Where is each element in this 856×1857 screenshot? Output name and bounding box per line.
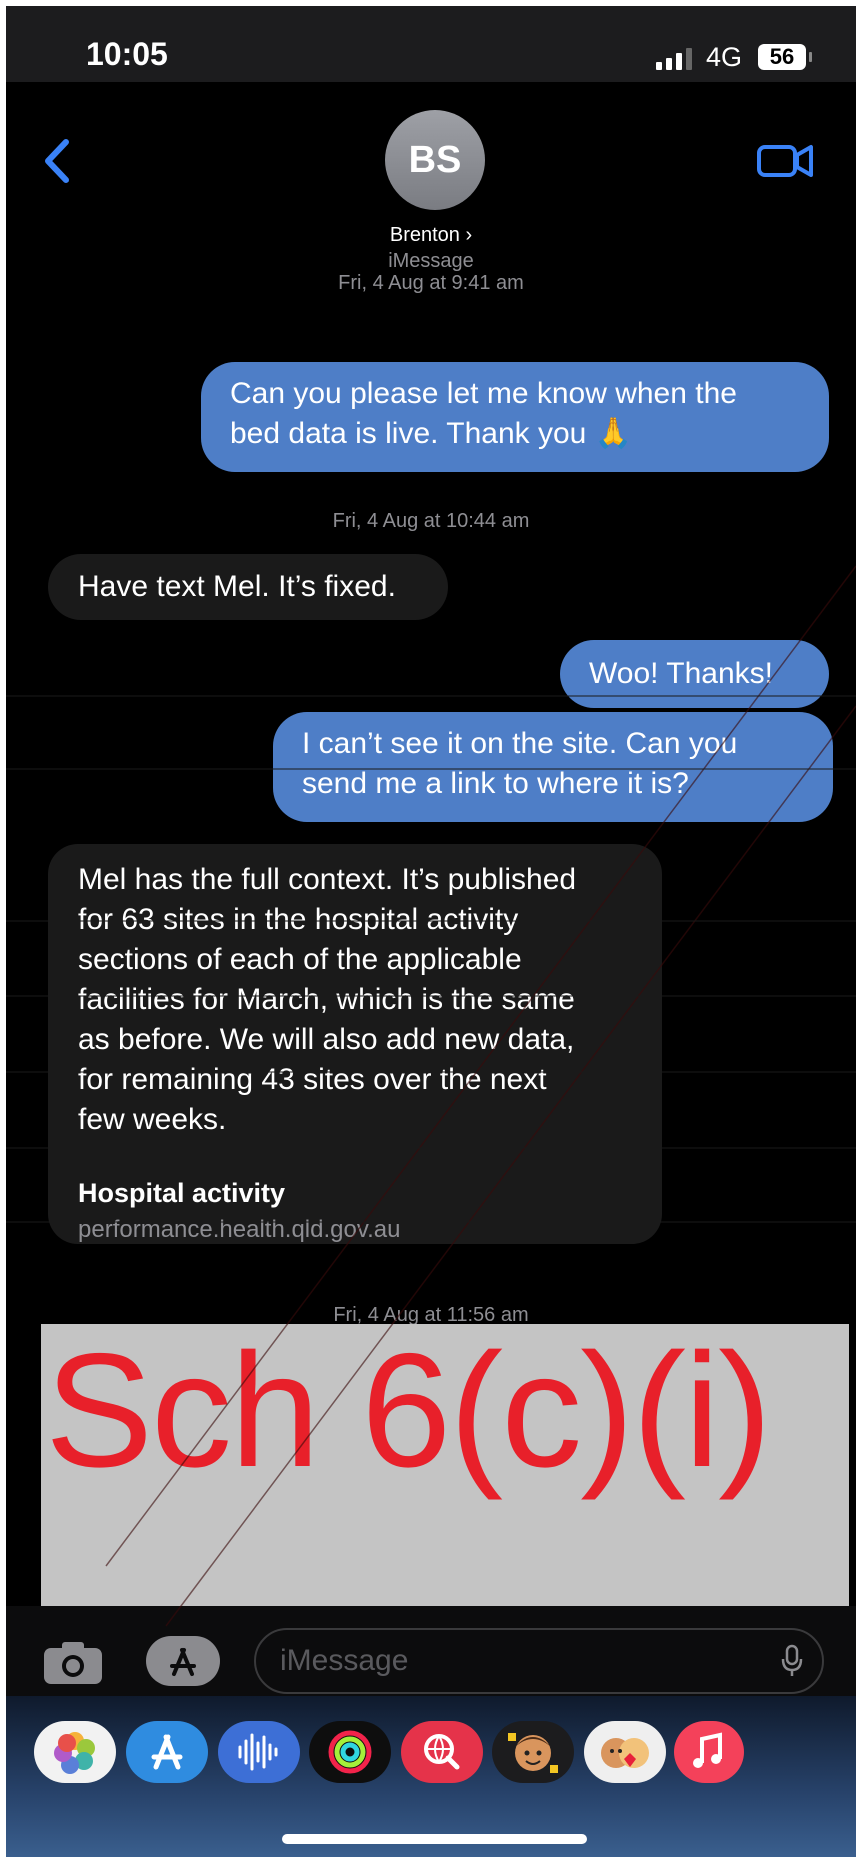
- memoji-face-icon: [508, 1733, 558, 1773]
- message-line: for 63 sites in the hospital activity: [78, 903, 519, 936]
- battery-icon: 56: [758, 44, 806, 70]
- video-call-icon[interactable]: [756, 141, 814, 181]
- globe-search-icon: [424, 1734, 460, 1770]
- memoji-group-icon: [601, 1738, 649, 1768]
- redaction-label: Sch 6(c)(i): [45, 1324, 772, 1501]
- camera-icon[interactable]: [42, 1638, 104, 1686]
- service-label: iMessage: [388, 250, 474, 272]
- app-store-icon[interactable]: [126, 1721, 208, 1783]
- signal-icon: [656, 48, 692, 70]
- message-line: few weeks.: [78, 1103, 227, 1136]
- message-line: sections of each of the applicable: [78, 943, 522, 976]
- message-line: Mel has the full context. It’s published: [78, 863, 577, 896]
- outgoing-message[interactable]: Can you please let me know when the bed …: [201, 362, 829, 472]
- battery-tip: [809, 52, 812, 62]
- image-search-icon[interactable]: [401, 1721, 483, 1783]
- timestamp: Fri, 4 Aug at 10:44 am: [332, 510, 530, 532]
- back-chevron-icon[interactable]: [38, 136, 78, 186]
- message-line: bed data is live. Thank you 🙏: [230, 417, 633, 450]
- memoji-icon[interactable]: [584, 1721, 666, 1783]
- message-line: Woo! Thanks!: [589, 657, 773, 690]
- contact-name[interactable]: Brenton ›: [6, 224, 856, 247]
- network-type: 4G: [706, 42, 743, 72]
- link-preview-title[interactable]: Hospital activity: [78, 1178, 285, 1209]
- activity-icon[interactable]: [309, 1721, 391, 1783]
- activity-rings-icon: [328, 1730, 372, 1774]
- audio-message-icon[interactable]: [218, 1721, 300, 1783]
- link-preview-url[interactable]: performance.health.qld.gov.au: [78, 1216, 400, 1244]
- message-line: I can’t see it on the site. Can you: [302, 727, 738, 760]
- home-indicator[interactable]: [282, 1834, 587, 1844]
- contact-avatar[interactable]: BS: [385, 110, 485, 210]
- message-line: for remaining 43 sites over the next: [78, 1063, 547, 1096]
- incoming-message[interactable]: Have text Mel. It’s fixed.: [48, 554, 448, 620]
- avatar-sticker-icon[interactable]: [492, 1721, 574, 1783]
- message-line: facilities for March, which is the same: [78, 983, 575, 1016]
- waveform-icon: [238, 1733, 278, 1771]
- phone-screen: 10:05 4G 56 BS Brenton › iMessage Fri, 4…: [6, 6, 856, 1857]
- status-bar: 10:05 4G 56: [6, 6, 856, 82]
- photos-app-icon[interactable]: [34, 1721, 116, 1783]
- outgoing-message[interactable]: Woo! Thanks!: [560, 640, 829, 708]
- outgoing-message[interactable]: I can’t see it on the site. Can you send…: [273, 712, 833, 822]
- redaction-box: Sch 6(c)(i): [41, 1324, 849, 1607]
- status-time: 10:05: [86, 36, 168, 72]
- photos-flower-icon: [54, 1732, 95, 1774]
- message-line: Have text Mel. It’s fixed.: [78, 570, 396, 603]
- music-note-icon: [693, 1732, 722, 1768]
- message-line: Can you please let me know when the: [230, 377, 737, 410]
- timestamp: Fri, 4 Aug at 9:41 am: [338, 272, 524, 294]
- app-store-button[interactable]: [146, 1636, 220, 1686]
- microphone-icon[interactable]: [780, 1644, 804, 1678]
- message-line: as before. We will also add new data,: [78, 1023, 575, 1056]
- message-input[interactable]: iMessage: [254, 1628, 824, 1694]
- app-store-glyph-icon: [170, 1648, 196, 1676]
- app-store-a-icon: [151, 1734, 183, 1770]
- message-line: send me a link to where it is?: [302, 767, 689, 800]
- music-icon[interactable]: [674, 1721, 744, 1783]
